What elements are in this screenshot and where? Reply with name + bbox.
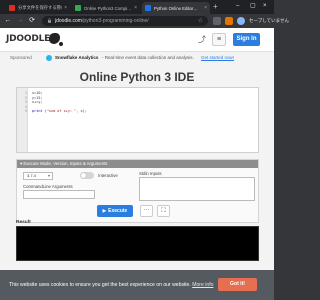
execute-options-panel: ▾ Execute Mode, Version, Inputs & Argume… — [16, 159, 259, 223]
play-icon: ▶ — [102, 208, 107, 213]
code-line: x+=y; — [32, 100, 43, 104]
tab-title: Python Online Editor… — [154, 5, 198, 11]
bookmark-star-icon[interactable]: ☆ — [198, 16, 203, 26]
line-number: 3 — [24, 100, 27, 104]
tab-title: 分享文件を保存する際の… — [18, 5, 62, 10]
browser-tab[interactable]: 分享文件を保存する際の… × — [6, 2, 70, 14]
code-text: y=15; — [32, 95, 43, 100]
close-icon[interactable]: × — [204, 5, 207, 11]
url-domain: jdoodle.com — [55, 18, 82, 24]
more-options-icon[interactable]: ··· — [140, 205, 153, 217]
url-text: jdoodle.com/python3-programming-online/ — [55, 16, 149, 26]
url-path: /python3-programming-online/ — [81, 18, 149, 24]
back-icon[interactable]: ← — [3, 16, 13, 26]
maximize-icon[interactable]: ▢ — [250, 1, 256, 11]
page-title: Online Python 3 IDE — [79, 70, 195, 84]
new-tab-button[interactable]: + — [213, 2, 218, 12]
sponsor-brand[interactable]: Snowflake Analytics — [55, 53, 98, 63]
version-select[interactable]: 3.7.4 ▾ — [23, 172, 53, 180]
close-icon[interactable]: × — [134, 5, 137, 11]
panel-header-label: Execute Mode, Version, Inputs & Argument… — [23, 161, 108, 166]
logo-ink-blot-icon — [49, 33, 64, 46]
result-output[interactable] — [16, 226, 259, 261]
browser-tab[interactable]: Online Python3 Compi… × — [72, 2, 140, 14]
code-line: print ("sum of x+y: ", x); — [32, 109, 87, 113]
code-string: "sum of x+y: " — [46, 109, 77, 113]
browser-tab-bar: 分享文件を保存する際の… × Online Python3 Compi… × P… — [0, 0, 274, 14]
cookie-banner: This website uses cookies to ensure you … — [0, 270, 274, 300]
site-header: JDOODLE ⤴ ≡ Sign In — [0, 28, 274, 52]
line-number: 4 — [24, 104, 27, 109]
interactive-label: Interactive — [98, 173, 118, 178]
got-it-button[interactable]: Got it! — [218, 278, 257, 291]
sign-in-button[interactable]: Sign In — [233, 33, 260, 46]
cmd-args-input[interactable] — [23, 190, 95, 199]
sponsor-cta-link[interactable]: Get started now! — [201, 53, 234, 63]
extension-icon[interactable] — [225, 17, 233, 25]
extension-icon[interactable] — [237, 17, 245, 25]
sponsor-banner: Sponsored Snowflake Analytics - Real-tim… — [0, 53, 274, 63]
address-bar: ← → ⟳ jdoodle.com/python3-programming-on… — [0, 14, 289, 28]
code-editor[interactable]: 1 2 3 4 5 x=10; y=15; x+=y; print ("sum … — [16, 87, 259, 153]
tab-favicon — [9, 5, 15, 11]
reload-icon[interactable]: ⟳ — [27, 16, 37, 26]
editor-gutter: 1 2 3 4 5 — [17, 88, 28, 152]
lock-icon — [48, 18, 51, 23]
sponsor-text: - Real-time event data collection and an… — [102, 55, 194, 60]
line-number: 5 — [24, 109, 27, 113]
minimize-icon[interactable]: – — [236, 1, 239, 11]
forward-icon[interactable]: → — [15, 16, 25, 26]
cookie-message: This website uses cookies to ensure you … — [9, 270, 213, 300]
cookie-text: This website uses cookies to ensure you … — [9, 282, 191, 288]
code-line: x=10; — [32, 91, 43, 95]
tab-title: Online Python3 Compi… — [84, 5, 132, 11]
url-field[interactable]: jdoodle.com/python3-programming-online/ … — [42, 16, 208, 26]
line-number: 1 — [24, 91, 27, 95]
jdoodle-logo[interactable]: JDOODLE — [6, 33, 64, 46]
menu-button[interactable]: ≡ — [212, 33, 226, 46]
tab-favicon — [145, 5, 151, 11]
chevron-down-icon: ▾ — [47, 173, 50, 178]
sponsor-label: Sponsored — [10, 55, 32, 60]
tab-favicon — [75, 5, 81, 11]
execute-label: Execute — [108, 208, 128, 214]
fullscreen-icon[interactable]: ⛶ — [157, 205, 170, 217]
browser-tab-active[interactable]: Python Online Editor… × — [142, 2, 210, 14]
profile-status[interactable]: セーブしていません — [249, 17, 289, 25]
extension-icon[interactable] — [213, 17, 221, 25]
more-info-link[interactable]: More info — [192, 282, 213, 288]
interactive-toggle[interactable] — [80, 172, 94, 179]
code-text: , x); — [76, 109, 87, 113]
cmd-args-label: CommandLine Arguments — [23, 184, 73, 189]
version-value: 3.7.4 — [27, 173, 36, 178]
jdoodle-page: JDOODLE ⤴ ≡ Sign In Sponsored Snowflake … — [0, 28, 274, 300]
panel-header[interactable]: ▾ Execute Mode, Version, Inputs & Argume… — [17, 160, 258, 168]
line-number: 2 — [24, 95, 27, 100]
code-text: print ( — [32, 109, 47, 113]
code-text: x=10; — [32, 91, 43, 95]
stdin-input[interactable] — [139, 177, 255, 201]
close-icon[interactable]: × — [64, 5, 67, 11]
logo-text: JDOODLE — [6, 33, 51, 44]
code-line: y=15; — [32, 96, 43, 100]
code-text: x+=y; — [32, 100, 43, 104]
stdin-label: Stdin Inputs — [139, 171, 162, 176]
close-window-icon[interactable]: × — [263, 1, 267, 11]
toggle-knob — [81, 173, 86, 178]
execute-button[interactable]: ▶ Execute — [97, 205, 133, 217]
share-icon[interactable]: ⤴ — [196, 34, 208, 46]
result-label: Result — [16, 220, 31, 225]
snowflake-icon — [46, 55, 52, 61]
